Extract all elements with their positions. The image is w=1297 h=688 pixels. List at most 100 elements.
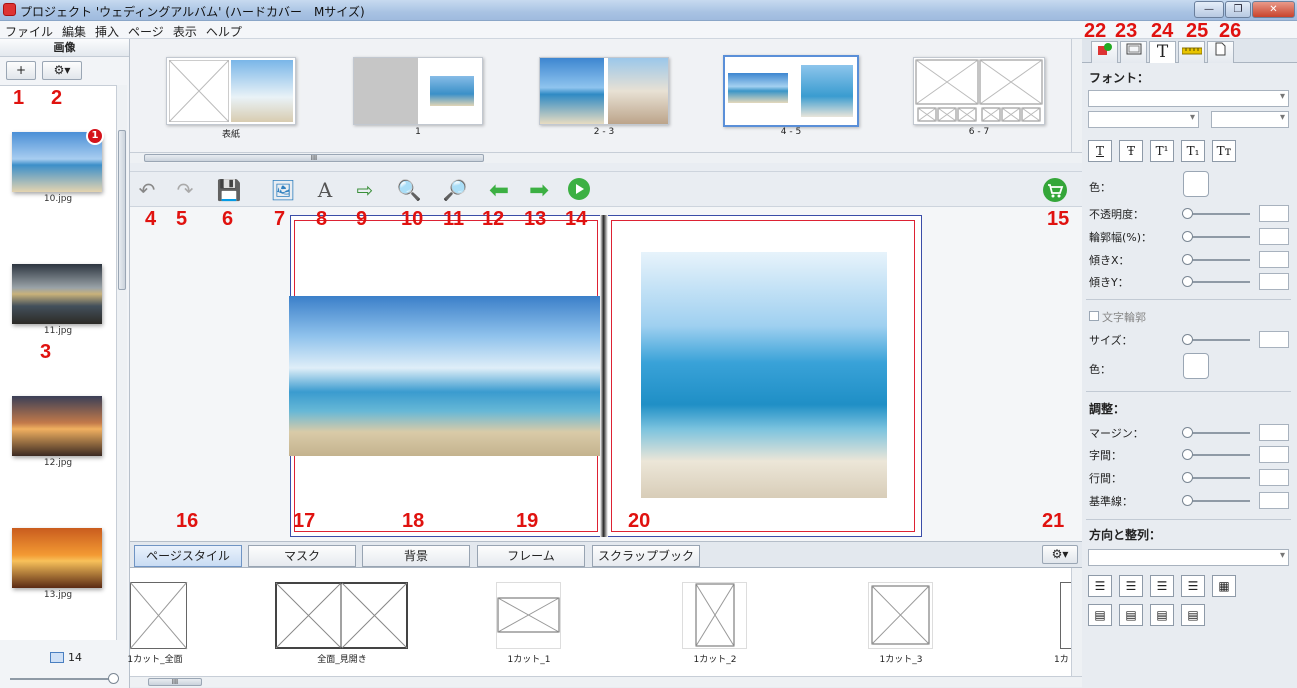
- align-justify-button[interactable]: ☰: [1181, 575, 1205, 597]
- template-thumbnail[interactable]: [682, 582, 748, 650]
- outline-color-swatch[interactable]: [1183, 353, 1209, 379]
- tab-frame[interactable]: フレーム: [477, 545, 585, 567]
- slider-knob[interactable]: [1182, 208, 1193, 219]
- slider-knob[interactable]: [1182, 254, 1193, 265]
- close-button[interactable]: ✕: [1252, 1, 1295, 18]
- slider-knob[interactable]: [1182, 231, 1193, 242]
- slider-knob[interactable]: [1182, 495, 1193, 506]
- couple-photo[interactable]: [641, 252, 887, 498]
- export-button[interactable]: ⇨: [352, 177, 378, 203]
- superscript-button[interactable]: T¹: [1150, 140, 1174, 162]
- page-strip-hscroll[interactable]: III: [130, 152, 1082, 163]
- template-list[interactable]: 1カット_全面 全面_見開き 1カット_1 1カット_2 1カット_3 1カ: [127, 568, 1082, 676]
- left-page[interactable]: [289, 215, 602, 537]
- char-spacing-value[interactable]: [1259, 446, 1289, 463]
- template-thumbnail[interactable]: [275, 582, 409, 650]
- template-vscroll[interactable]: [1071, 568, 1082, 676]
- order-button[interactable]: [1042, 177, 1068, 203]
- outline-size-value[interactable]: [1259, 331, 1289, 348]
- valign-middle-button[interactable]: ▤: [1119, 604, 1143, 626]
- margin-value[interactable]: [1259, 424, 1289, 441]
- scrollbar-thumb[interactable]: III: [148, 678, 202, 686]
- zoom-in-button[interactable]: 🔎: [442, 177, 468, 203]
- maximize-button[interactable]: ❐: [1225, 1, 1251, 18]
- align-left-button[interactable]: ☰: [1088, 575, 1112, 597]
- slider-knob[interactable]: [1182, 334, 1193, 345]
- menu-file[interactable]: ファイル: [0, 21, 57, 40]
- image-thumbnail-list[interactable]: 1 10.jpg 11.jpg 12.jpg 13.jpg: [0, 85, 116, 640]
- tab-background[interactable]: 背景: [362, 545, 470, 567]
- menu-page[interactable]: ページ: [123, 21, 168, 40]
- next-page-button[interactable]: ➡: [526, 177, 552, 203]
- add-photo-button[interactable]: 🖼: [270, 177, 296, 203]
- slider-knob[interactable]: [1182, 449, 1193, 460]
- small-caps-button[interactable]: Tт: [1212, 140, 1236, 162]
- zoom-out-button[interactable]: 🔍: [396, 177, 422, 203]
- editor-canvas[interactable]: [130, 207, 1082, 541]
- menu-insert[interactable]: 挿入: [90, 21, 123, 40]
- spread-thumbnail-2-3[interactable]: [539, 57, 669, 125]
- text-color-swatch[interactable]: [1183, 171, 1209, 197]
- vertical-text-button[interactable]: ▦: [1212, 575, 1236, 597]
- scrollbar-thumb[interactable]: [118, 130, 126, 290]
- page-strip-vscroll[interactable]: [1071, 39, 1082, 157]
- underline-button[interactable]: T: [1088, 140, 1112, 162]
- add-image-button[interactable]: +: [6, 61, 36, 80]
- add-text-button[interactable]: A: [312, 177, 338, 203]
- image-thumbnail[interactable]: [12, 528, 102, 588]
- slider-knob[interactable]: [1182, 472, 1193, 483]
- redo-button[interactable]: ↷: [172, 177, 198, 203]
- text-direction-select[interactable]: [1088, 549, 1289, 566]
- skew-x-value[interactable]: [1259, 251, 1289, 268]
- zoom-slider-knob[interactable]: [108, 673, 119, 684]
- style-settings-button[interactable]: ⚙▾: [1042, 545, 1078, 564]
- spread-thumbnail-cover[interactable]: [166, 57, 296, 125]
- spread-thumbnail-6-7[interactable]: [913, 57, 1045, 125]
- image-list-scrollbar[interactable]: [116, 85, 127, 640]
- baseline-value[interactable]: [1259, 492, 1289, 509]
- prev-page-button[interactable]: ⬅: [486, 177, 512, 203]
- minimize-button[interactable]: —: [1194, 1, 1224, 18]
- tab-frame-icon[interactable]: [1120, 41, 1147, 63]
- undo-button[interactable]: ↶: [134, 177, 160, 203]
- template-thumbnail[interactable]: [496, 582, 562, 650]
- strikethrough-button[interactable]: Ŧ: [1119, 140, 1143, 162]
- image-thumbnail[interactable]: [12, 264, 102, 324]
- text-outline-checkbox[interactable]: [1089, 311, 1099, 321]
- valign-justify-button[interactable]: ▤: [1181, 604, 1205, 626]
- slider-knob[interactable]: [1182, 427, 1193, 438]
- skew-y-value[interactable]: [1259, 273, 1289, 290]
- right-page[interactable]: [606, 215, 922, 537]
- zoom-slider[interactable]: [10, 678, 114, 680]
- beach-photo[interactable]: [289, 296, 602, 456]
- play-button[interactable]: [566, 177, 592, 203]
- tab-ruler-icon[interactable]: [1178, 41, 1205, 63]
- align-right-button[interactable]: ☰: [1150, 575, 1174, 597]
- scrollbar-thumb[interactable]: III: [144, 154, 484, 162]
- menu-help[interactable]: ヘルプ: [201, 21, 246, 40]
- spread-thumbnail-1[interactable]: [353, 57, 483, 125]
- image-settings-button[interactable]: ⚙▾: [42, 61, 82, 80]
- save-button[interactable]: 💾: [216, 177, 242, 203]
- tab-scrapbook[interactable]: スクラップブック: [592, 545, 700, 567]
- spread-thumbnail-4-5[interactable]: [723, 55, 859, 127]
- tab-text-icon[interactable]: T: [1149, 41, 1176, 64]
- outline-width-value[interactable]: [1259, 228, 1289, 245]
- template-thumbnail[interactable]: [868, 582, 934, 650]
- template-thumbnail[interactable]: [130, 582, 188, 650]
- valign-top-button[interactable]: ▤: [1088, 604, 1112, 626]
- slider-knob[interactable]: [1182, 276, 1193, 287]
- font-style-select[interactable]: [1088, 111, 1199, 128]
- line-spacing-value[interactable]: [1259, 469, 1289, 486]
- font-size-select[interactable]: [1211, 111, 1289, 128]
- font-family-select[interactable]: [1088, 90, 1289, 107]
- menu-view[interactable]: 表示: [168, 21, 201, 40]
- tab-mask[interactable]: マスク: [248, 545, 356, 567]
- subscript-button[interactable]: T₁: [1181, 140, 1205, 162]
- tab-page-style[interactable]: ページスタイル: [134, 545, 242, 567]
- opacity-value[interactable]: [1259, 205, 1289, 222]
- menu-edit[interactable]: 編集: [57, 21, 90, 40]
- template-hscroll[interactable]: III: [130, 676, 1082, 687]
- valign-bottom-button[interactable]: ▤: [1150, 604, 1174, 626]
- tab-shape-icon[interactable]: [1091, 41, 1118, 63]
